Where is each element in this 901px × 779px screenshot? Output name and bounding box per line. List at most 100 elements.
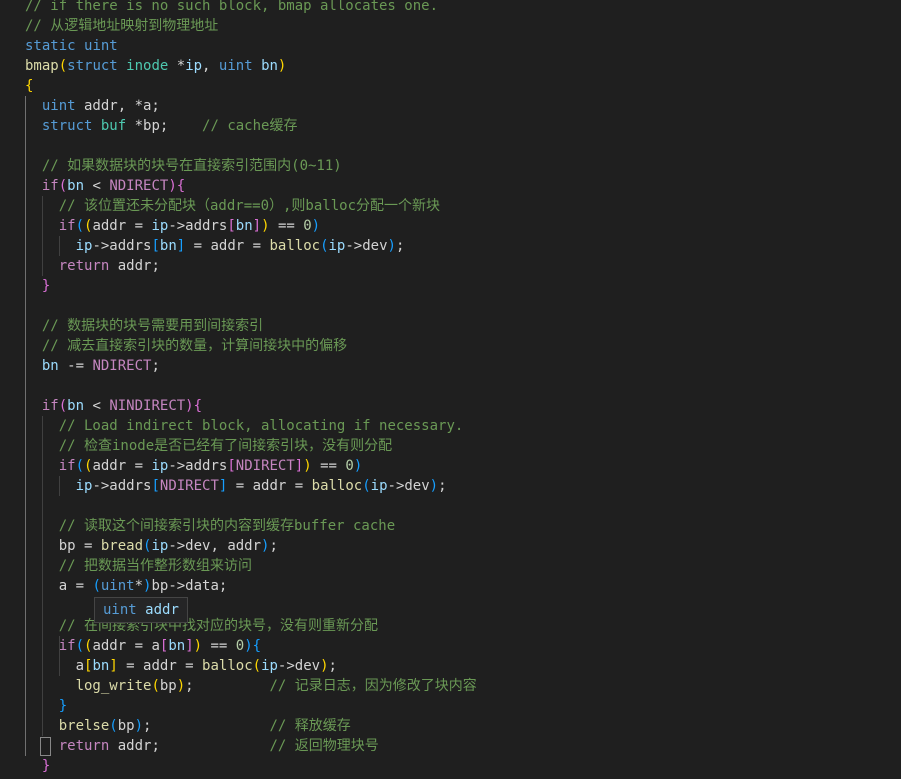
code-line-text: return addr; // 返回物理块号: [25, 736, 379, 756]
code-token: ;: [438, 478, 447, 494]
code-line[interactable]: if((addr = ip->addrs[bn]) == 0): [0, 216, 901, 236]
code-token: = addr =: [227, 478, 312, 494]
code-line[interactable]: // 从逻辑地址映射到物理地址: [0, 16, 901, 36]
code-token: addr;: [109, 258, 160, 274]
code-token: ==: [202, 638, 236, 654]
code-token: return: [58, 258, 110, 274]
code-token: ;: [328, 658, 337, 674]
code-line[interactable]: // 如果数据块的块号在直接索引范围内(0~11): [0, 156, 901, 176]
code-line[interactable]: }: [0, 276, 901, 296]
code-line[interactable]: // 检查inode是否已经有了间接索引块，没有则分配: [0, 436, 901, 456]
code-token: {: [193, 398, 203, 414]
code-line-text: {: [25, 76, 33, 96]
code-line[interactable]: return addr; // 返回物理块号: [0, 736, 901, 756]
code-token: *: [134, 578, 144, 594]
code-token: bmap: [25, 58, 59, 74]
code-line[interactable]: [0, 136, 901, 156]
code-line-text: }: [25, 756, 50, 776]
code-token: ;: [143, 718, 270, 734]
code-token: bp: [159, 678, 177, 694]
code-line[interactable]: // 减去直接索引块的数量，计算间接块中的偏移: [0, 336, 901, 356]
code-token: ip: [328, 238, 346, 254]
code-token: // if there is no such block, bmap alloc…: [25, 0, 439, 14]
code-line[interactable]: bmap(struct inode *ip, uint bn): [0, 56, 901, 76]
code-line[interactable]: // if there is no such block, bmap alloc…: [0, 0, 901, 16]
code-token: ->addrs: [92, 478, 152, 494]
code-token: bp->data;: [151, 578, 228, 594]
code-line[interactable]: if((addr = a[bn]) == 0){: [0, 636, 901, 656]
code-line-text: bn -= NDIRECT;: [25, 356, 160, 376]
code-line-text: a[bn] = addr = balloc(ip->dev);: [25, 656, 337, 676]
code-line[interactable]: ip->addrs[NDIRECT] = addr = balloc(ip->d…: [0, 476, 901, 496]
code-token: ==: [269, 218, 304, 234]
code-token: uint: [100, 578, 135, 594]
hover-tooltip: uint addr: [94, 597, 188, 623]
code-line[interactable]: return addr;: [0, 256, 901, 276]
code-line[interactable]: brelse(bp); // 释放缓存: [0, 716, 901, 736]
code-line-text: log_write(bp); // 记录日志，因为修改了块内容: [25, 676, 477, 696]
code-token: ->addrs: [92, 238, 152, 254]
code-token: // 该位置还未分配块（addr==0）,则balloc分配一个新块: [58, 198, 441, 214]
code-token: NDIRECT: [159, 478, 219, 494]
code-line[interactable]: }: [0, 696, 901, 716]
code-token: [: [151, 478, 160, 494]
code-token: ): [320, 658, 329, 674]
code-editor[interactable]: // if there is no such block, bmap alloc…: [0, 0, 901, 779]
code-line[interactable]: // 读取这个间接索引块的内容到缓存buffer cache: [0, 516, 901, 536]
code-line[interactable]: [0, 376, 901, 396]
code-line[interactable]: {: [0, 76, 901, 96]
code-token: ): [261, 218, 270, 234]
code-token: bp =: [25, 538, 101, 554]
code-line[interactable]: bp = bread(ip->dev, addr);: [0, 536, 901, 556]
code-line[interactable]: [0, 296, 901, 316]
code-token: ip: [151, 218, 169, 234]
code-token: // 减去直接索引块的数量，计算间接块中的偏移: [41, 338, 348, 354]
code-line[interactable]: if((addr = ip->addrs[NDIRECT]) == 0): [0, 456, 901, 476]
code-line-text: // 数据块的块号需要用到间接索引: [25, 316, 263, 336]
code-token: struct: [41, 118, 93, 134]
code-line[interactable]: // 把数据当作整形数组来访问: [0, 556, 901, 576]
code-line[interactable]: ip->addrs[bn] = addr = balloc(ip->dev);: [0, 236, 901, 256]
code-token: (: [58, 178, 68, 194]
code-token: addr, *a;: [75, 98, 160, 114]
code-line[interactable]: if(bn < NINDIRECT){: [0, 396, 901, 416]
code-line[interactable]: // Load indirect block, allocating if ne…: [0, 416, 901, 436]
code-token: ->dev: [345, 238, 388, 254]
code-token: ): [429, 478, 439, 494]
code-line[interactable]: static uint: [0, 36, 901, 56]
code-line[interactable]: // 该位置还未分配块（addr==0）,则balloc分配一个新块: [0, 196, 901, 216]
code-line-text: ip->addrs[bn] = addr = balloc(ip->dev);: [25, 236, 405, 256]
code-line[interactable]: log_write(bp); // 记录日志，因为修改了块内容: [0, 676, 901, 696]
code-line-text: uint addr, *a;: [25, 96, 160, 116]
code-line[interactable]: a[bn] = addr = balloc(ip->dev);: [0, 656, 901, 676]
code-token: ): [185, 398, 194, 414]
code-token: *: [168, 58, 186, 74]
code-token: if: [58, 218, 76, 234]
code-line[interactable]: }: [0, 756, 901, 776]
code-line[interactable]: // 数据块的块号需要用到间接索引: [0, 316, 901, 336]
code-line[interactable]: bn -= NDIRECT;: [0, 356, 901, 376]
code-line[interactable]: a = (uint*)bp->data;: [0, 576, 901, 596]
code-token: (: [58, 58, 68, 74]
code-line[interactable]: [0, 496, 901, 516]
code-token: inode: [126, 58, 169, 74]
code-line-text: if((addr = ip->addrs[NDIRECT]) == 0): [25, 456, 363, 476]
code-line[interactable]: struct buf *bp; // cache缓存: [0, 116, 901, 136]
code-token: bread: [100, 538, 144, 554]
code-line[interactable]: if(bn < NDIRECT){: [0, 176, 901, 196]
code-token: // 记录日志，因为修改了块内容: [269, 678, 477, 694]
code-line[interactable]: uint addr, *a;: [0, 96, 901, 116]
code-token: ]: [294, 458, 304, 474]
code-token: 0: [235, 638, 245, 654]
code-token: (: [320, 238, 329, 254]
code-token: if: [58, 458, 76, 474]
code-token: ip: [151, 538, 169, 554]
code-token: ;: [185, 678, 270, 694]
code-token: }: [58, 698, 68, 714]
